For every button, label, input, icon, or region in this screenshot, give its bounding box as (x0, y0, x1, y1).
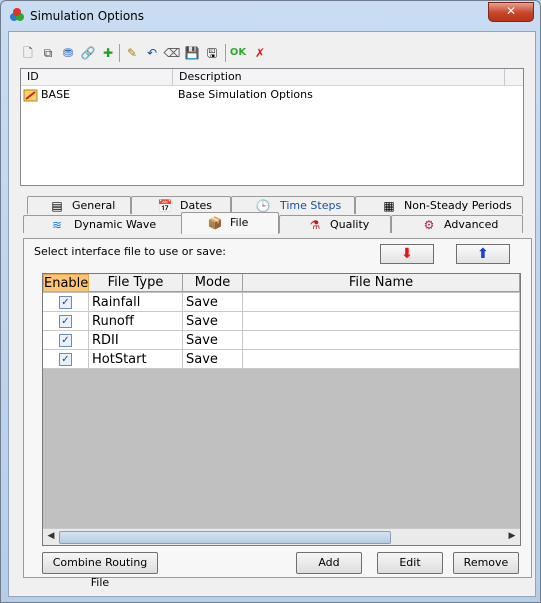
enable-checkbox[interactable]: ✓ (59, 334, 72, 347)
add-icon[interactable]: ✚ (99, 44, 117, 62)
enable-checkbox-cell[interactable]: ✓ (43, 350, 89, 369)
save-icon[interactable]: 💾 (183, 44, 201, 62)
column-filler (505, 69, 523, 85)
file-name-cell[interactable] (243, 312, 520, 331)
header-file-type[interactable]: File Type (89, 274, 183, 292)
tab-advanced-label: Advanced (444, 218, 499, 231)
tab-advanced[interactable]: ⚙ Advanced (391, 215, 523, 233)
new-icon[interactable]: 🗋 (19, 44, 37, 62)
file-name-cell[interactable] (243, 331, 520, 350)
file-type-cell[interactable]: Rainfall (89, 293, 183, 312)
scrollbar-thumb[interactable] (59, 531, 391, 544)
wave-icon: ≋ (51, 218, 63, 232)
tab-non-steady-periods-label: Non-Steady Periods (404, 199, 512, 212)
file-name-cell[interactable] (243, 293, 520, 312)
tab-quality-label: Quality (330, 218, 370, 231)
copy-icon[interactable]: ⧉ (39, 44, 57, 62)
options-list[interactable]: ID Description BASE Base Simulation Opti… (20, 68, 524, 186)
toolbar-separator (119, 44, 120, 62)
column-id[interactable]: ID (21, 69, 173, 85)
erase-icon[interactable]: ⌫ (163, 44, 181, 62)
save-as-icon[interactable]: 🖫 (203, 44, 221, 62)
file-icon: 📦 (207, 216, 223, 230)
enable-checkbox[interactable]: ✓ (59, 315, 72, 328)
enable-checkbox-cell[interactable]: ✓ (43, 331, 89, 350)
simulation-options-window: Simulation Options ✕ 🗋 ⧉ ⛃ 🔗 ✚ ✎ ↶ ⌫ 💾 🖫 OK ✗ ID De… (0, 0, 541, 603)
list-item-description: Base Simulation Options (178, 88, 313, 101)
cancel-icon[interactable]: ✗ (251, 44, 269, 62)
enable-checkbox-cell[interactable]: ✓ (43, 312, 89, 331)
dates-icon: 📅 (157, 199, 173, 213)
dialog-body: 🗋 ⧉ ⛃ 🔗 ✚ ✎ ↶ ⌫ 💾 🖫 OK ✗ ID Description BASE Base S… (8, 31, 536, 597)
move-down-button[interactable]: ⬇ (380, 244, 434, 264)
move-up-button[interactable]: ⬆ (456, 244, 510, 264)
list-item[interactable]: BASE Base Simulation Options (21, 87, 523, 103)
column-description[interactable]: Description (173, 69, 505, 85)
grid-row[interactable]: ✓ HotStart Save (43, 350, 520, 369)
file-type-cell[interactable]: HotStart (89, 350, 183, 369)
add-button[interactable]: Add (296, 552, 362, 574)
tab-file-label: File (230, 216, 249, 229)
list-item-id: BASE (41, 88, 71, 101)
grid-row[interactable]: ✓ Rainfall Save (43, 293, 520, 312)
mode-cell[interactable]: Save (183, 331, 243, 350)
tab-file[interactable]: 📦 File (181, 212, 279, 234)
import-icon[interactable]: ⛃ (59, 44, 77, 62)
toolbar-separator (225, 44, 226, 62)
enable-checkbox[interactable]: ✓ (59, 296, 72, 309)
mode-cell[interactable]: Save (183, 312, 243, 331)
tab-dynamic-wave[interactable]: ≋ Dynamic Wave (23, 215, 183, 233)
header-file-name[interactable]: File Name (243, 274, 520, 292)
interface-files-grid[interactable]: Enable File Type Mode File Name ✓ Rainfal… (42, 273, 521, 546)
edit-button[interactable]: Edit (377, 552, 443, 574)
edit-icon[interactable]: ✎ (123, 44, 141, 62)
header-mode[interactable]: Mode (183, 274, 243, 292)
grid-row[interactable]: ✓ RDII Save (43, 331, 520, 350)
horizontal-scrollbar[interactable]: ◀ ▶ (43, 528, 520, 545)
enable-checkbox[interactable]: ✓ (59, 353, 72, 366)
ok-icon[interactable]: OK (229, 44, 247, 62)
general-icon: ▤ (51, 199, 63, 213)
quality-icon: ⚗ (309, 218, 321, 232)
scroll-left-icon[interactable]: ◀ (44, 530, 58, 543)
undo-icon[interactable]: ↶ (143, 44, 161, 62)
tab-dynamic-wave-label: Dynamic Wave (74, 218, 157, 231)
tab-time-steps-label: Time Steps (280, 199, 342, 212)
close-button[interactable]: ✕ (488, 2, 534, 22)
window-title: Simulation Options (30, 9, 145, 23)
file-type-cell[interactable]: Runoff (89, 312, 183, 331)
file-type-cell[interactable]: RDII (89, 331, 183, 350)
file-tab-panel: Select interface file to use or save: ⬇ … (23, 238, 532, 589)
header-enable[interactable]: Enable (43, 274, 89, 292)
down-arrow-icon: ⬇ (401, 246, 413, 262)
file-name-cell[interactable] (243, 350, 520, 369)
title-bar[interactable]: Simulation Options ✕ (1, 1, 540, 31)
link-icon[interactable]: 🔗 (79, 44, 97, 62)
options-set-icon (23, 87, 39, 103)
toolbar: 🗋 ⧉ ⛃ 🔗 ✚ ✎ ↶ ⌫ 💾 🖫 OK ✗ (19, 42, 319, 66)
enable-checkbox-cell[interactable]: ✓ (43, 293, 89, 312)
combine-routing-file-button[interactable]: Combine Routing File (42, 552, 158, 589)
advanced-icon: ⚙ (423, 218, 435, 232)
app-icon (9, 7, 25, 23)
scroll-right-icon[interactable]: ▶ (505, 530, 519, 543)
remove-button[interactable]: Remove (453, 552, 519, 574)
grid-row[interactable]: ✓ Runoff Save (43, 312, 520, 331)
mode-cell[interactable]: Save (183, 293, 243, 312)
tab-general-label: General (72, 199, 116, 212)
calendar-icon: ▦ (383, 199, 395, 213)
interface-file-hint: Select interface file to use or save: (34, 245, 226, 258)
tab-quality[interactable]: ⚗ Quality (279, 215, 391, 233)
tab-non-steady-periods[interactable]: ▦ Non-Steady Periods (355, 196, 523, 214)
mode-cell[interactable]: Save (183, 350, 243, 369)
up-arrow-icon: ⬆ (477, 246, 489, 262)
tab-general[interactable]: ▤ General (27, 196, 131, 214)
list-header: ID Description (21, 69, 523, 86)
